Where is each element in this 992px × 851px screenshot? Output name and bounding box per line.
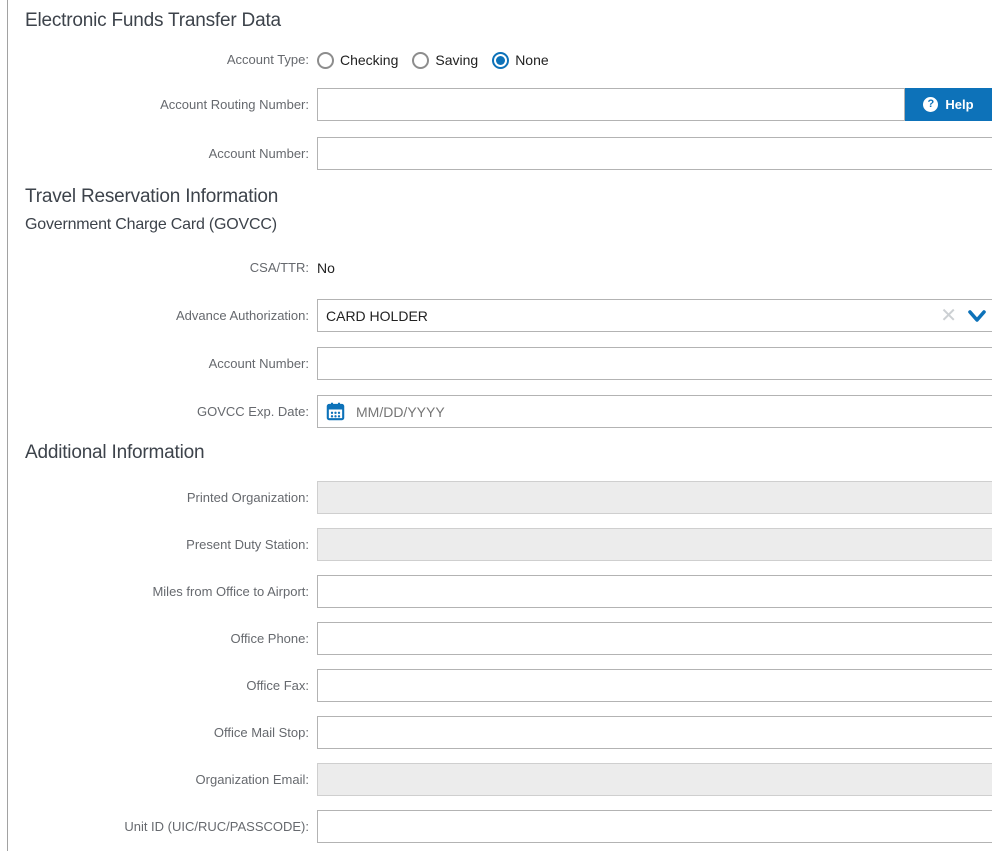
printed-organization-input [317, 481, 992, 514]
govcc-account-number-input[interactable] [317, 347, 992, 380]
account-type-row: Account Type: Checking Saving None [8, 50, 992, 70]
chevron-down-icon[interactable] [967, 306, 987, 326]
section-title-additional: Additional Information [25, 442, 204, 464]
account-type-label: Account Type: [8, 50, 309, 70]
office-phone-row: Office Phone: [8, 622, 992, 655]
govcc-account-number-row: Account Number: [8, 347, 992, 380]
office-fax-input[interactable] [317, 669, 992, 702]
eft-account-number-row: Account Number: [8, 137, 992, 170]
organization-email-row: Organization Email: [8, 763, 992, 796]
csa-ttr-label: CSA/TTR: [8, 258, 309, 278]
unit-id-label: Unit ID (UIC/RUC/PASSCODE): [8, 810, 309, 843]
eft-account-number-label: Account Number: [8, 137, 309, 170]
radio-checking-icon[interactable] [317, 52, 334, 69]
help-button-label: Help [945, 97, 973, 112]
clear-icon[interactable]: ✕ [940, 306, 957, 326]
routing-number-input[interactable] [317, 88, 905, 121]
organization-email-label: Organization Email: [8, 763, 309, 796]
organization-email-input [317, 763, 992, 796]
radio-none-label: None [515, 52, 548, 68]
eft-account-number-input[interactable] [317, 137, 992, 170]
csa-ttr-value: No [317, 258, 335, 278]
radio-none-icon[interactable] [492, 52, 509, 69]
office-mail-stop-row: Office Mail Stop: [8, 716, 992, 749]
calendar-icon[interactable] [325, 401, 346, 422]
office-mail-stop-input[interactable] [317, 716, 992, 749]
present-duty-station-label: Present Duty Station: [8, 528, 309, 561]
miles-office-airport-row: Miles from Office to Airport: [8, 575, 992, 608]
unit-id-row: Unit ID (UIC/RUC/PASSCODE): [8, 810, 992, 843]
question-icon: ? [923, 97, 938, 112]
govcc-exp-date-row: GOVCC Exp. Date: [8, 395, 992, 428]
radio-option-saving[interactable]: Saving [412, 52, 478, 69]
form-panel: Electronic Funds Transfer Data Account T… [7, 0, 992, 851]
miles-office-airport-label: Miles from Office to Airport: [8, 575, 309, 608]
miles-office-airport-input[interactable] [317, 575, 992, 608]
office-phone-input[interactable] [317, 622, 992, 655]
advance-auth-row: Advance Authorization: CARD HOLDER ✕ [8, 299, 992, 332]
office-fax-label: Office Fax: [8, 669, 309, 702]
radio-option-checking[interactable]: Checking [317, 52, 398, 69]
subtitle-govcc: Government Charge Card (GOVCC) [25, 216, 277, 234]
csa-ttr-row: CSA/TTR: No [8, 258, 992, 278]
advance-auth-value: CARD HOLDER [326, 308, 428, 324]
advance-auth-select[interactable]: CARD HOLDER ✕ [317, 299, 992, 332]
routing-number-label: Account Routing Number: [8, 88, 309, 121]
advance-auth-label: Advance Authorization: [8, 299, 309, 332]
help-button[interactable]: ? Help [905, 88, 992, 121]
section-title-travel: Travel Reservation Information [25, 186, 278, 208]
account-type-radio-group: Checking Saving None [317, 50, 563, 70]
unit-id-input[interactable] [317, 810, 992, 843]
office-mail-stop-label: Office Mail Stop: [8, 716, 309, 749]
printed-organization-label: Printed Organization: [8, 481, 309, 514]
govcc-exp-date-label: GOVCC Exp. Date: [8, 395, 309, 428]
radio-saving-icon[interactable] [412, 52, 429, 69]
section-title-eft: Electronic Funds Transfer Data [25, 10, 281, 32]
govcc-account-number-label: Account Number: [8, 347, 309, 380]
routing-number-row: Account Routing Number: ? Help [8, 88, 992, 121]
present-duty-station-input [317, 528, 992, 561]
radio-checking-label: Checking [340, 52, 398, 68]
radio-option-none[interactable]: None [492, 52, 548, 69]
office-fax-row: Office Fax: [8, 669, 992, 702]
printed-organization-row: Printed Organization: [8, 481, 992, 514]
office-phone-label: Office Phone: [8, 622, 309, 655]
present-duty-station-row: Present Duty Station: [8, 528, 992, 561]
radio-saving-label: Saving [435, 52, 478, 68]
govcc-exp-date-input[interactable] [317, 395, 992, 428]
